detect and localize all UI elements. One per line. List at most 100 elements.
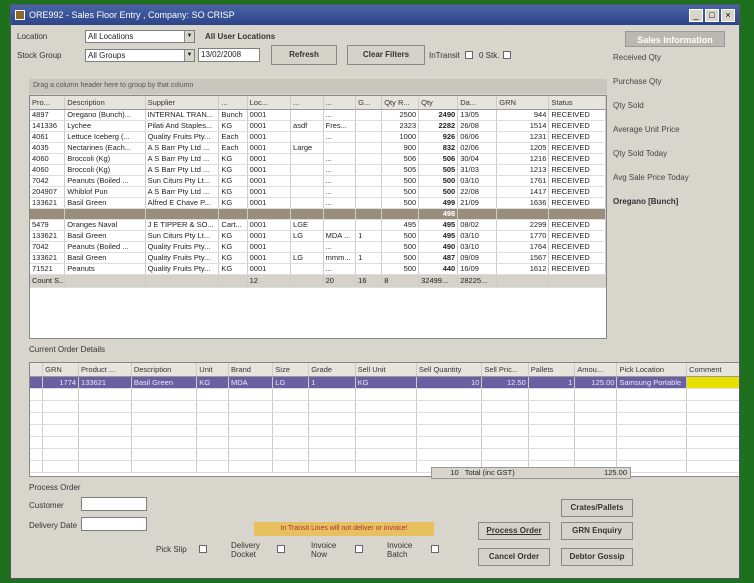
column-header[interactable]: Supplier (145, 96, 220, 110)
table-cell: 4060 (30, 153, 66, 165)
delivery-docket-checkbox[interactable] (277, 545, 285, 553)
stock-group-select[interactable]: All Groups ▼ (85, 49, 195, 62)
column-header[interactable]: Sell Quantity (416, 363, 483, 377)
column-header[interactable]: Da... (457, 96, 498, 110)
table-cell: Sun Citurs Pty Lt... (145, 175, 220, 187)
column-header[interactable]: Status (548, 96, 606, 110)
column-header[interactable]: GRN (496, 96, 550, 110)
table-cell: 09/09 (457, 252, 498, 264)
column-header[interactable]: Brand (228, 363, 274, 377)
table-cell: ... (323, 186, 357, 198)
table-row[interactable]: 204907 Whiblof Pun A S Barr Pty Ltd ... KG 0… (30, 186, 606, 198)
column-header[interactable]: Unit (196, 363, 229, 377)
sales-info-header[interactable]: Sales Information (625, 31, 725, 47)
table-row[interactable]: 133621 Basil Green Alfred E Chave P... KG 00… (30, 197, 606, 209)
in-transit-checkbox[interactable] (465, 51, 473, 59)
grn-enquiry-button[interactable]: GRN Enquiry (561, 522, 633, 540)
column-header[interactable]: Product ... (78, 363, 132, 377)
invoice-now-checkbox[interactable] (355, 545, 363, 553)
column-header[interactable]: Description (131, 363, 198, 377)
empty-cell (131, 400, 198, 413)
empty-cell (228, 424, 274, 437)
column-header[interactable]: Pick Location (616, 363, 688, 377)
column-header[interactable]: Amou... (574, 363, 618, 377)
table-cell (355, 241, 383, 253)
table-row[interactable]: 7042 Peanuts (Boiled ... Quality Fruits Pt… (30, 241, 606, 253)
empty-cell (42, 400, 80, 413)
column-header[interactable]: G... (355, 96, 383, 110)
table-row[interactable]: 498 (30, 208, 606, 220)
footer-cell: 28225... (457, 273, 498, 288)
table-cell: Lychee (64, 120, 146, 132)
table-row[interactable]: 133621 Basil Green Sun Citurs Pty Lt... KG 0… (30, 230, 606, 242)
date-field[interactable]: 13/02/2008 (198, 48, 260, 62)
empty-cell (528, 400, 576, 413)
empty-cell (272, 460, 310, 473)
table-cell: A S Barr Pty Ltd ... (145, 142, 220, 154)
minimize-button[interactable]: _ (689, 8, 703, 22)
pick-slip-checkbox[interactable] (199, 545, 207, 553)
empty-cell (528, 412, 576, 425)
cancel-order-button[interactable]: Cancel Order (478, 548, 550, 566)
empty-cell (78, 460, 132, 473)
table-row[interactable]: 1774 133621 Basil Green KG MDA LG 1 KG 10 12.50 1 1… (30, 376, 739, 389)
column-header[interactable]: Pallets (528, 363, 576, 377)
table-cell: 1 (528, 376, 576, 389)
table-cell: mmm... (323, 252, 357, 264)
column-header[interactable]: Grade (308, 363, 356, 377)
table-row[interactable]: 4897 Oregano (Bunch)... INTERNAL TRAN... Bu… (30, 109, 606, 121)
table-cell: 0001 (247, 142, 292, 154)
table-cell: 31/03 (457, 164, 498, 176)
order-details-grid: GRN Product ... Description Unit Brand Size Gr… (29, 362, 739, 477)
table-cell: KG (218, 120, 248, 132)
table-row[interactable]: 133621 Basil Green Quality Fruits Pty... KG… (30, 252, 606, 264)
table-row[interactable]: 4061 Lettuce Iceberg (... Quality Fruits P… (30, 131, 606, 143)
column-header[interactable]: ... (290, 96, 324, 110)
column-header[interactable]: Size (272, 363, 310, 377)
column-header[interactable]: Pro... (30, 96, 66, 110)
table-cell: 26/08 (457, 120, 498, 132)
table-cell: MDA (228, 376, 274, 389)
main-grid: Pro... Description Supplier... Loc.........… (29, 95, 607, 339)
process-order-button[interactable]: Process Order (478, 522, 550, 540)
table-row[interactable]: 4035 Nectarines (Each... A S Barr Pty Ltd … (30, 142, 606, 154)
row-indicator-header[interactable] (30, 363, 44, 377)
table-row[interactable]: 71521 Peanuts Quality Fruits Pty... KG 0001.… (30, 263, 606, 275)
maximize-button[interactable]: □ (705, 8, 719, 22)
invoice-batch-checkbox[interactable] (431, 545, 439, 553)
column-header[interactable]: Qty (418, 96, 459, 110)
table-row[interactable]: 5479 Oranges Naval J E TIPPER & SO... Cart.… (30, 219, 606, 231)
table-cell: Quality Fruits Pty... (145, 263, 220, 275)
current-order-details-title: Current Order Details (29, 345, 106, 354)
column-header[interactable]: GRN (42, 363, 80, 377)
table-cell: 133621 (30, 197, 66, 209)
table-cell: KG (218, 263, 248, 275)
column-header[interactable]: Sell Pric... (481, 363, 529, 377)
refresh-button[interactable]: Refresh (271, 45, 337, 65)
clear-filters-button[interactable]: Clear Filters (347, 45, 425, 65)
table-row[interactable]: 7042 Peanuts (Boiled ... Sun Citurs Pty Lt… (30, 175, 606, 187)
debtor-gossip-button[interactable]: Debtor Gossip (561, 548, 633, 566)
empty-cell (30, 436, 44, 449)
column-header[interactable]: Description (64, 96, 146, 110)
column-header[interactable]: Sell Unit (355, 363, 417, 377)
column-header[interactable]: ... (323, 96, 357, 110)
close-button[interactable]: × (721, 8, 735, 22)
empty-cell (228, 460, 274, 473)
table-row[interactable]: 141336 Lychee Pilati And Staples... KG 0001 a… (30, 120, 606, 132)
column-header[interactable]: Loc... (247, 96, 292, 110)
location-select[interactable]: All Locations ▼ (85, 30, 195, 43)
table-cell (290, 241, 324, 253)
column-header[interactable]: ... (218, 96, 248, 110)
customer-field[interactable] (81, 497, 147, 511)
table-row[interactable]: 4060 Broccoli (Kg) A S Barr Pty Ltd ... KG 0… (30, 153, 606, 165)
crates-pallets-button[interactable]: Crates/Pallets (561, 499, 633, 517)
order-total-bar: 10 Total (inc GST) 125.00 (431, 467, 631, 479)
column-header[interactable]: Comment (686, 363, 739, 377)
table-cell: 4035 (30, 142, 66, 154)
table-row[interactable]: 4060 Broccoli (Kg) A S Barr Pty Ltd ... KG 0… (30, 164, 606, 176)
group-by-area[interactable]: Drag a column header here to group by th… (29, 79, 607, 94)
delivery-date-field[interactable] (81, 517, 147, 531)
column-header[interactable]: Qty R... (381, 96, 420, 110)
zero-stk-checkbox[interactable] (503, 51, 511, 59)
